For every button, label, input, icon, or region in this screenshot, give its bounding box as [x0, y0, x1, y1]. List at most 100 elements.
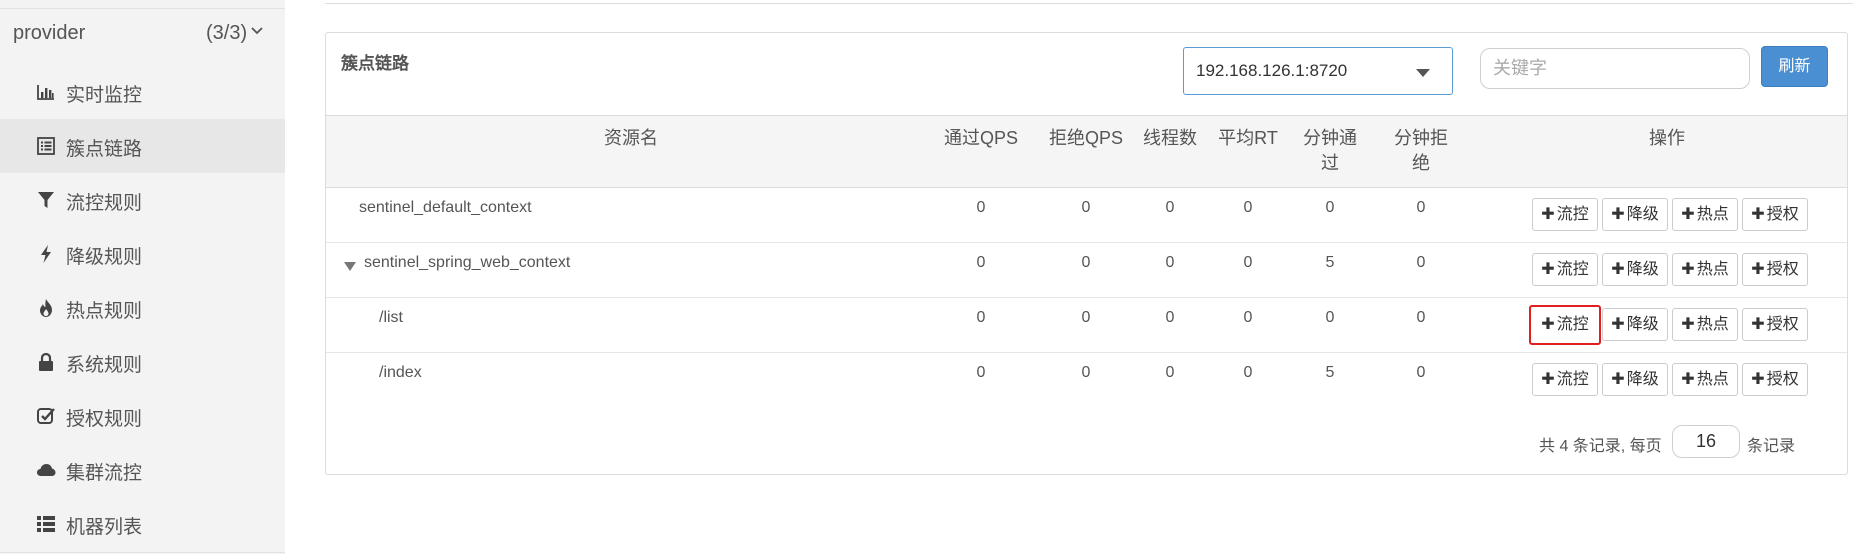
- resource-name: /list: [379, 309, 403, 326]
- add-auth-rule-button[interactable]: ✚ 授权: [1742, 198, 1808, 231]
- button-label: 流控: [1556, 371, 1589, 388]
- add-auth-rule-button[interactable]: ✚ 授权: [1742, 308, 1808, 341]
- plus-icon: ✚: [1681, 316, 1695, 333]
- caret-down-icon: [1416, 69, 1430, 77]
- sidebar-item-machine-list[interactable]: 机器列表: [0, 497, 285, 551]
- plus-icon: ✚: [1611, 316, 1625, 333]
- plus-icon: ✚: [1541, 371, 1555, 388]
- column-header-minute-block-line2: 绝: [1412, 153, 1430, 173]
- table-row: /index 0 0 0 0 5 0 ✚ 流控 ✚ 降级 ✚ 热点 ✚ 授权: [326, 353, 1847, 408]
- avg-rt-value: 0: [1243, 254, 1253, 271]
- button-label: 授权: [1766, 371, 1799, 388]
- sidebar-item-realtime-monitor[interactable]: 实时监控: [0, 65, 285, 119]
- threads-value: 0: [1165, 364, 1175, 381]
- button-label: 热点: [1696, 206, 1729, 223]
- machine-select[interactable]: 192.168.126.1:8720: [1183, 47, 1453, 95]
- sidebar-item-flow-rules[interactable]: 流控规则: [0, 173, 285, 227]
- sidebar-item-label: 集群流控: [66, 463, 143, 484]
- table-row: /list 0 0 0 0 0 0 ✚ 流控 ✚ 降级 ✚ 热点 ✚ 授权: [326, 298, 1847, 353]
- sidebar-item-label: 降级规则: [66, 247, 143, 268]
- column-header-minute-block-line1: 分钟拒: [1394, 128, 1448, 148]
- add-flow-rule-button[interactable]: ✚ 流控: [1532, 198, 1598, 231]
- sidebar-item-label: 热点规则: [66, 301, 143, 322]
- sidebar-item-hotspot-rules[interactable]: 热点规则: [0, 281, 285, 335]
- add-flow-rule-button[interactable]: ✚ 流控: [1532, 363, 1598, 396]
- column-header-operations: 操作: [1649, 128, 1685, 148]
- list-icon: [37, 137, 55, 155]
- cluster-link-panel: 簇点链路 192.168.126.1:8720 刷新 资源名 通过QPS 拒绝Q…: [325, 32, 1848, 475]
- add-flow-rule-button[interactable]: ✚ 流控: [1532, 253, 1598, 286]
- button-label: 热点: [1696, 371, 1729, 388]
- th-list-icon: [37, 516, 55, 532]
- table-row: sentinel_default_context 0 0 0 0 0 0 ✚ 流控…: [326, 188, 1847, 243]
- add-degrade-rule-button[interactable]: ✚ 降级: [1602, 308, 1668, 341]
- panel-title: 簇点链路: [341, 54, 409, 73]
- add-hotspot-rule-button[interactable]: ✚ 热点: [1672, 253, 1738, 286]
- button-label: 流控: [1556, 206, 1589, 223]
- pagination: 共 4 条记录, 每页 16 条记录: [1539, 425, 1839, 459]
- minute-block-value: 0: [1416, 199, 1426, 216]
- column-header-minute-block: 分钟拒 绝: [1374, 126, 1468, 176]
- filter-icon: [38, 192, 54, 208]
- resource-name: sentinel_default_context: [359, 199, 532, 216]
- plus-icon: ✚: [1681, 206, 1695, 223]
- button-label: 降级: [1626, 371, 1659, 388]
- column-header-minute-pass-line1: 分钟通: [1303, 128, 1357, 148]
- table-row: sentinel_spring_web_context 0 0 0 0 5 0 …: [326, 243, 1847, 298]
- sidebar-item-cluster-flow[interactable]: 集群流控: [0, 443, 285, 497]
- pass-qps-value: 0: [976, 309, 986, 326]
- button-label: 降级: [1626, 316, 1659, 333]
- sidebar-divider: [0, 552, 285, 553]
- flash-icon: [41, 245, 51, 263]
- search-input[interactable]: [1480, 48, 1750, 89]
- add-degrade-rule-button[interactable]: ✚ 降级: [1602, 198, 1668, 231]
- avg-rt-value: 0: [1243, 364, 1253, 381]
- threads-value: 0: [1165, 199, 1175, 216]
- minute-block-value: 0: [1416, 364, 1426, 381]
- record-suffix: 条记录: [1747, 438, 1796, 455]
- sidebar-item-degrade-rules[interactable]: 降级规则: [0, 227, 285, 281]
- resource-name: sentinel_spring_web_context: [364, 254, 571, 271]
- page-size-input[interactable]: 16: [1672, 425, 1740, 458]
- sidebar-item-system-rules[interactable]: 系统规则: [0, 335, 285, 389]
- plus-icon: ✚: [1751, 316, 1765, 333]
- sidebar-item-label: 流控规则: [66, 193, 143, 214]
- plus-icon: ✚: [1611, 371, 1625, 388]
- cloud-icon: [37, 464, 56, 476]
- refresh-button[interactable]: 刷新: [1761, 46, 1828, 87]
- minute-pass-value: 0: [1325, 199, 1335, 216]
- caret-down-icon[interactable]: [344, 262, 356, 271]
- button-label: 降级: [1626, 206, 1659, 223]
- button-label: 授权: [1766, 261, 1799, 278]
- record-summary: 共 4 条记录, 每页: [1539, 438, 1662, 455]
- resource-name: /index: [379, 364, 422, 381]
- column-header-minute-pass-line2: 过: [1321, 153, 1339, 173]
- add-degrade-rule-button[interactable]: ✚ 降级: [1602, 363, 1668, 396]
- add-flow-rule-button[interactable]: ✚ 流控: [1529, 305, 1601, 345]
- column-header-minute-pass: 分钟通 过: [1283, 126, 1377, 176]
- sidebar-item-cluster-link[interactable]: 簇点链路: [0, 119, 285, 173]
- add-auth-rule-button[interactable]: ✚ 授权: [1742, 253, 1808, 286]
- sidebar-item-auth-rules[interactable]: 授权规则: [0, 389, 285, 443]
- add-hotspot-rule-button[interactable]: ✚ 热点: [1672, 308, 1738, 341]
- add-auth-rule-button[interactable]: ✚ 授权: [1742, 363, 1808, 396]
- add-degrade-rule-button[interactable]: ✚ 降级: [1602, 253, 1668, 286]
- add-hotspot-rule-button[interactable]: ✚ 热点: [1672, 363, 1738, 396]
- button-label: 流控: [1556, 316, 1589, 333]
- plus-icon: ✚: [1751, 371, 1765, 388]
- button-label: 流控: [1556, 261, 1589, 278]
- add-hotspot-rule-button[interactable]: ✚ 热点: [1672, 198, 1738, 231]
- plus-icon: ✚: [1541, 206, 1555, 223]
- column-header-pass-qps: 通过QPS: [943, 128, 1018, 148]
- column-header-threads: 线程数: [1143, 128, 1197, 148]
- chevron-down-icon: [251, 27, 263, 35]
- plus-icon: ✚: [1681, 371, 1695, 388]
- sidebar: provider (3/3) 实时监控 簇点链路 流控规则 降级规则 热点规则 …: [0, 0, 285, 554]
- minute-pass-value: 5: [1325, 364, 1335, 381]
- sidebar-divider: [0, 8, 285, 9]
- plus-icon: ✚: [1611, 261, 1625, 278]
- app-selector[interactable]: provider (3/3): [0, 12, 285, 62]
- fire-icon: [40, 299, 52, 317]
- plus-icon: ✚: [1611, 206, 1625, 223]
- sidebar-item-label: 簇点链路: [66, 139, 143, 160]
